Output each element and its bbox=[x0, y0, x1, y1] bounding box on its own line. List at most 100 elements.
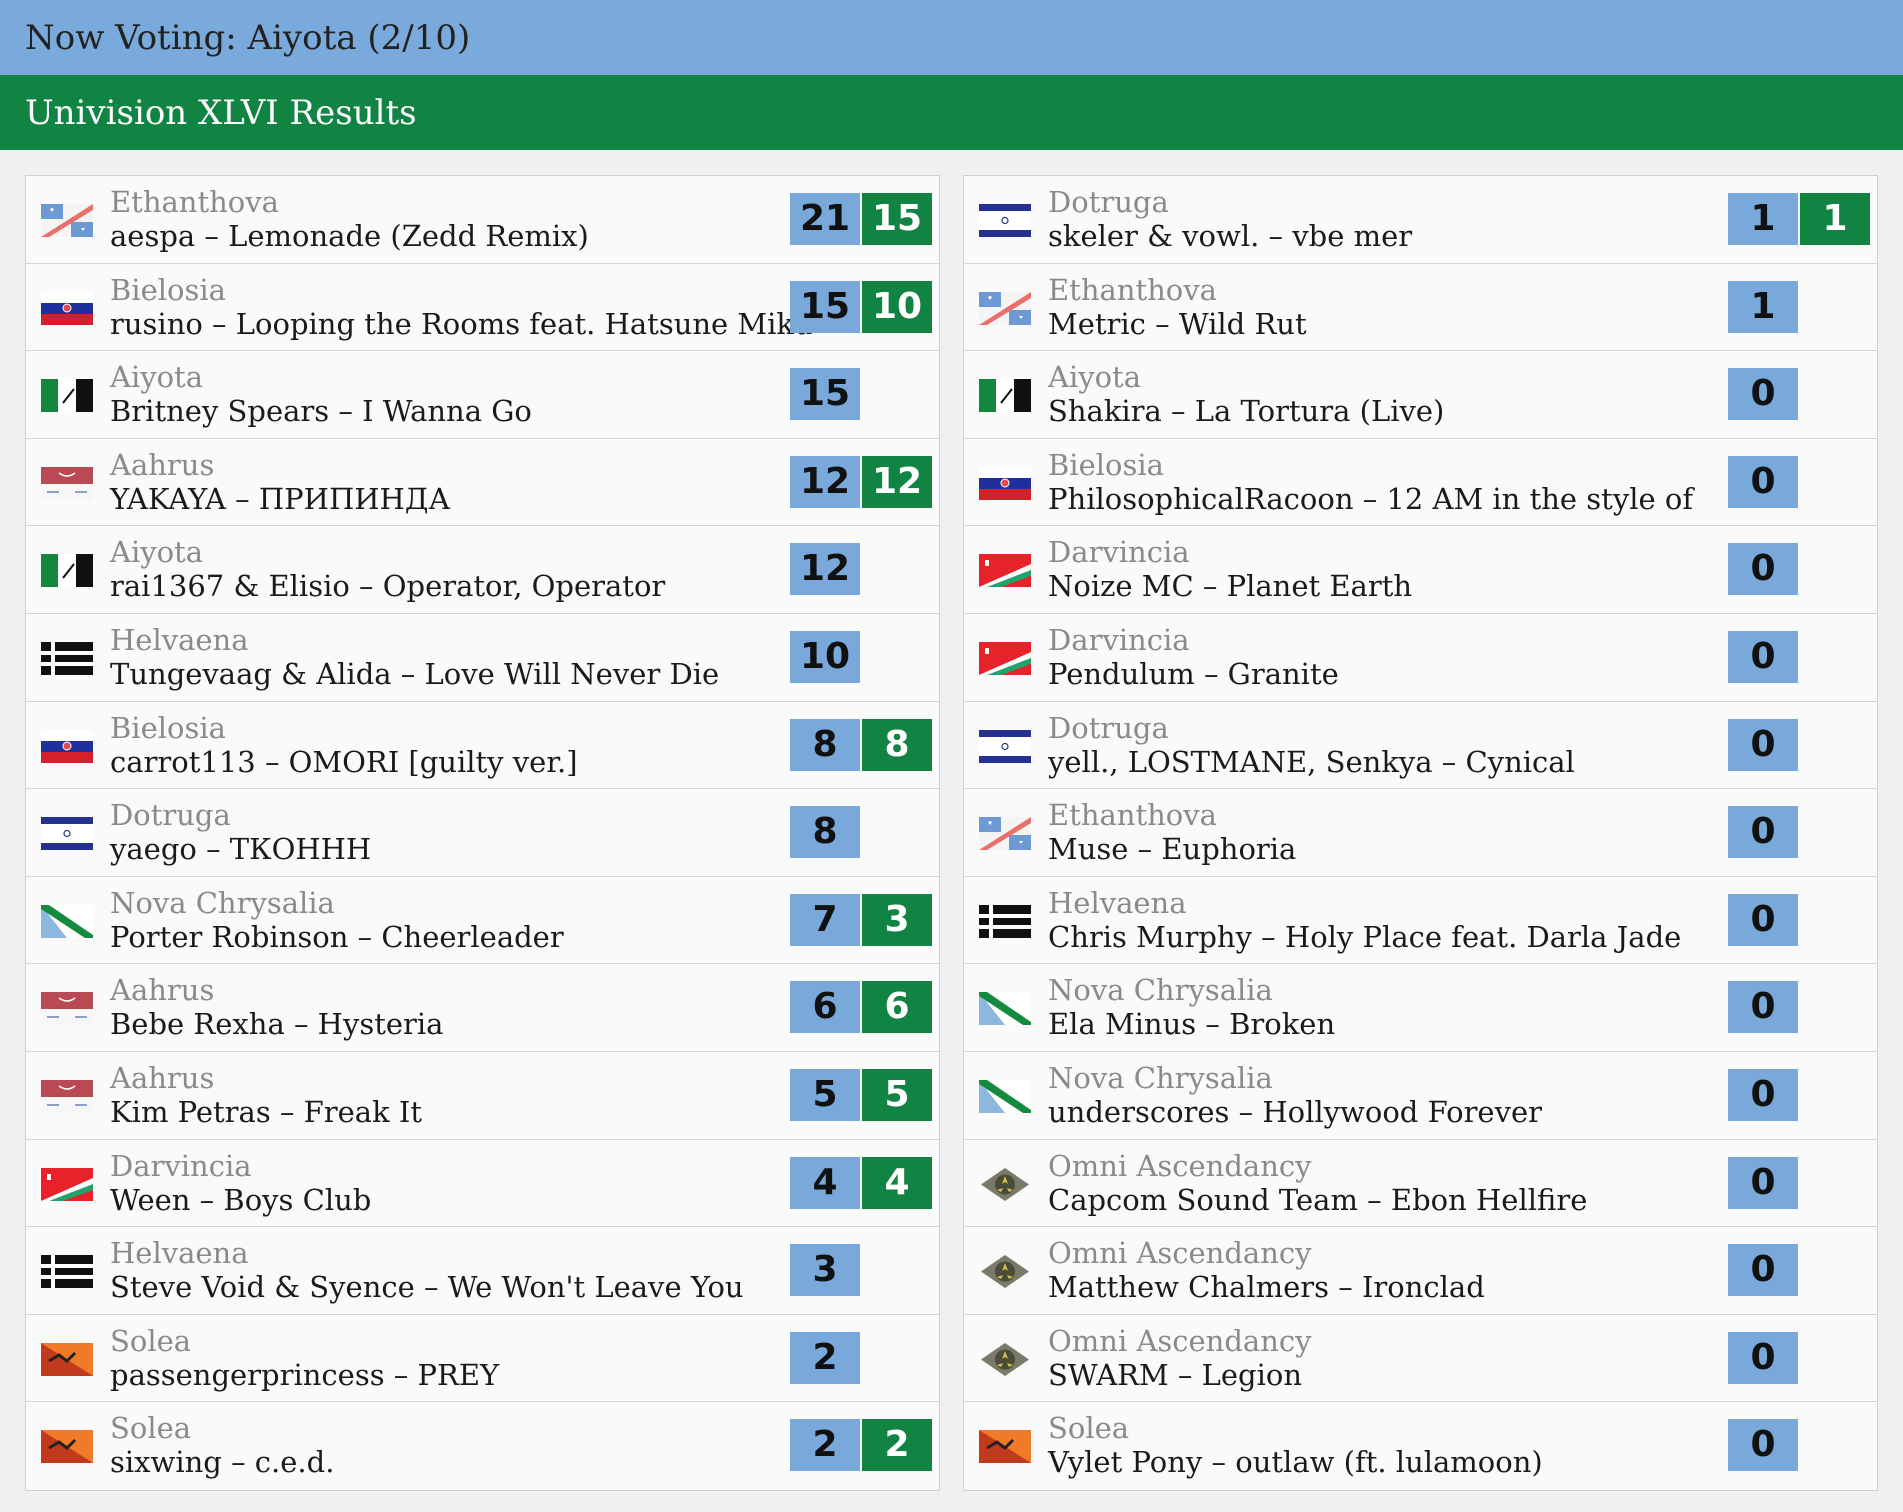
song-title: sixwing – c.e.d. bbox=[110, 1445, 335, 1480]
result-row[interactable]: Solea Vylet Pony – outlaw (ft. lulamoon) 0 bbox=[964, 1402, 1877, 1490]
result-row[interactable]: Dotruga yaego – ТКОННН 8 bbox=[26, 789, 939, 877]
novachrysalia-flag-icon bbox=[979, 1079, 1031, 1113]
total-score-badge: 0 bbox=[1728, 455, 1798, 508]
song-title: Porter Robinson – Cheerleader bbox=[110, 919, 564, 954]
country-name: Bielosia bbox=[110, 710, 226, 745]
points-received-badge: 6 bbox=[862, 981, 932, 1034]
total-score-badge: 15 bbox=[790, 368, 860, 421]
result-row[interactable]: Aiyota Britney Spears – I Wanna Go 15 bbox=[26, 351, 939, 439]
result-row[interactable]: Ethanthova aespa – Lemonade (Zedd Remix) 2… bbox=[26, 176, 939, 264]
points-received-badge: 4 bbox=[862, 1156, 932, 1209]
result-row[interactable]: Nova Chrysalia Porter Robinson – Cheerlea… bbox=[26, 876, 939, 965]
result-row[interactable]: Bielosia carrot113 – OMORI [guilty ver.] 8… bbox=[26, 701, 939, 790]
result-row[interactable]: Ethanthova Metric – Wild Rut 1 bbox=[964, 263, 1877, 352]
country-name: Helvaena bbox=[110, 622, 249, 657]
song-title: YAKAYA – ПРИПИНДА bbox=[110, 481, 451, 516]
total-score-badge: 2 bbox=[790, 1331, 860, 1384]
song-title: Bebe Rexha – Hysteria bbox=[110, 1007, 444, 1042]
country-name: Omni Ascendancy bbox=[1048, 1323, 1312, 1358]
total-score-badge: 1 bbox=[1728, 280, 1798, 333]
result-row[interactable]: Nova Chrysalia underscores – Hollywood Fo… bbox=[964, 1051, 1877, 1140]
country-name: Solea bbox=[110, 1411, 192, 1446]
dotruga-flag-icon bbox=[41, 817, 93, 851]
points-received-badge: 5 bbox=[862, 1068, 932, 1121]
song-title: passengerprincess – PREY bbox=[110, 1357, 500, 1392]
total-score-badge: 8 bbox=[790, 806, 860, 859]
song-title: Noize MC – Planet Earth bbox=[1048, 569, 1413, 604]
bielosia-flag-icon bbox=[41, 291, 93, 325]
result-row[interactable]: Aahrus Kim Petras – Freak It 5 5 bbox=[26, 1051, 939, 1140]
song-title: aespa – Lemonade (Zedd Remix) bbox=[110, 219, 589, 253]
country-name: Helvaena bbox=[1048, 885, 1187, 920]
song-title: Kim Petras – Freak It bbox=[110, 1094, 422, 1129]
bielosia-flag-icon bbox=[979, 466, 1031, 500]
song-title: Britney Spears – I Wanna Go bbox=[110, 394, 532, 429]
result-row[interactable]: Dotruga skeler & vowl. – vbe mer 1 1 bbox=[964, 176, 1877, 264]
country-name: Darvincia bbox=[1048, 622, 1190, 657]
points-received-badge: 15 bbox=[862, 193, 932, 245]
result-row[interactable]: Solea passengerprincess – PREY 2 bbox=[26, 1314, 939, 1403]
total-score-badge: 0 bbox=[1728, 1419, 1798, 1472]
helvaena-flag-icon bbox=[41, 1255, 93, 1289]
now-voting-bar: Now Voting: Aiyota (2/10) bbox=[0, 0, 1903, 75]
result-row[interactable]: Aiyota rai1367 & Elisio – Operator, Opera… bbox=[26, 526, 939, 614]
result-row[interactable]: Aahrus YAKAYA – ПРИПИНДА 12 12 bbox=[26, 438, 939, 527]
results-column-left: Ethanthova aespa – Lemonade (Zedd Remix) 2… bbox=[25, 175, 940, 1491]
country-name: Nova Chrysalia bbox=[110, 885, 335, 920]
total-score-badge: 0 bbox=[1728, 1331, 1798, 1384]
result-row[interactable]: Bielosia PhilosophicalRacoon – 12 AM in t… bbox=[964, 438, 1877, 527]
country-name: Aahrus bbox=[110, 973, 215, 1008]
solea-flag-icon bbox=[41, 1342, 93, 1376]
country-name: Darvincia bbox=[1048, 535, 1190, 570]
country-name: Omni Ascendancy bbox=[1048, 1236, 1312, 1271]
result-row[interactable]: Solea sixwing – c.e.d. 2 2 bbox=[26, 1402, 939, 1490]
dotruga-flag-icon bbox=[979, 204, 1031, 237]
country-name: Bielosia bbox=[110, 272, 226, 307]
country-name: Nova Chrysalia bbox=[1048, 1060, 1273, 1095]
result-row[interactable]: Omni Ascendancy Capcom Sound Team – Ebon … bbox=[964, 1139, 1877, 1228]
result-row[interactable]: Bielosia rusino – Looping the Rooms feat.… bbox=[26, 263, 939, 352]
song-title: Steve Void & Syence – We Won't Leave You bbox=[110, 1270, 744, 1305]
result-row[interactable]: Helvaena Chris Murphy – Holy Place feat. … bbox=[964, 876, 1877, 965]
song-title: Ween – Boys Club bbox=[110, 1182, 372, 1217]
country-name: Aahrus bbox=[110, 1060, 215, 1095]
aiyota-flag-icon bbox=[41, 554, 93, 588]
result-row[interactable]: Ethanthova Muse – Euphoria 0 bbox=[964, 789, 1877, 877]
result-row[interactable]: Aahrus Bebe Rexha – Hysteria 6 6 bbox=[26, 964, 939, 1052]
result-row[interactable]: Helvaena Steve Void & Syence – We Won't L… bbox=[26, 1227, 939, 1315]
country-name: Dotruga bbox=[110, 798, 231, 833]
result-row[interactable]: Omni Ascendancy Matthew Chalmers – Ironcl… bbox=[964, 1227, 1877, 1315]
result-row[interactable]: Darvincia Ween – Boys Club 4 4 bbox=[26, 1139, 939, 1228]
song-title: Muse – Euphoria bbox=[1048, 832, 1297, 867]
total-score-badge: 21 bbox=[790, 193, 860, 245]
solea-flag-icon bbox=[41, 1430, 93, 1464]
now-voting-label: Now Voting: Aiyota (2/10) bbox=[25, 18, 471, 58]
song-title: underscores – Hollywood Forever bbox=[1048, 1094, 1543, 1129]
helvaena-flag-icon bbox=[979, 904, 1031, 938]
result-row[interactable]: Dotruga yell., LOSTMANE, Senkya – Cynical… bbox=[964, 701, 1877, 790]
total-score-badge: 7 bbox=[790, 893, 860, 946]
ethanthova-flag-icon bbox=[41, 204, 93, 237]
country-name: Aahrus bbox=[110, 447, 215, 482]
novachrysalia-flag-icon bbox=[979, 992, 1031, 1026]
points-received-badge: 8 bbox=[862, 718, 932, 771]
country-name: Aiyota bbox=[110, 535, 204, 570]
result-row[interactable]: Nova Chrysalia Ela Minus – Broken 0 bbox=[964, 964, 1877, 1052]
song-title: rusino – Looping the Rooms feat. Hatsune… bbox=[110, 306, 813, 341]
omniascendancy-flag-icon bbox=[979, 1255, 1031, 1289]
result-row[interactable]: Omni Ascendancy SWARM – Legion 0 bbox=[964, 1314, 1877, 1403]
result-row[interactable]: Darvincia Noize MC – Planet Earth 0 bbox=[964, 526, 1877, 614]
total-score-badge: 0 bbox=[1728, 543, 1798, 596]
result-row[interactable]: Helvaena Tungevaag & Alida – Love Will Ne… bbox=[26, 613, 939, 702]
total-score-badge: 4 bbox=[790, 1156, 860, 1209]
result-row[interactable]: Darvincia Pendulum – Granite 0 bbox=[964, 613, 1877, 702]
points-received-badge: 12 bbox=[862, 455, 932, 508]
total-score-badge: 8 bbox=[790, 718, 860, 771]
country-name: Ethanthova bbox=[1048, 798, 1217, 833]
song-title: Metric – Wild Rut bbox=[1048, 306, 1307, 341]
total-score-badge: 0 bbox=[1728, 368, 1798, 421]
result-row[interactable]: Aiyota Shakira – La Tortura (Live) 0 bbox=[964, 351, 1877, 439]
country-name: Darvincia bbox=[110, 1148, 252, 1183]
total-score-badge: 0 bbox=[1728, 893, 1798, 946]
song-title: Shakira – La Tortura (Live) bbox=[1048, 394, 1445, 429]
